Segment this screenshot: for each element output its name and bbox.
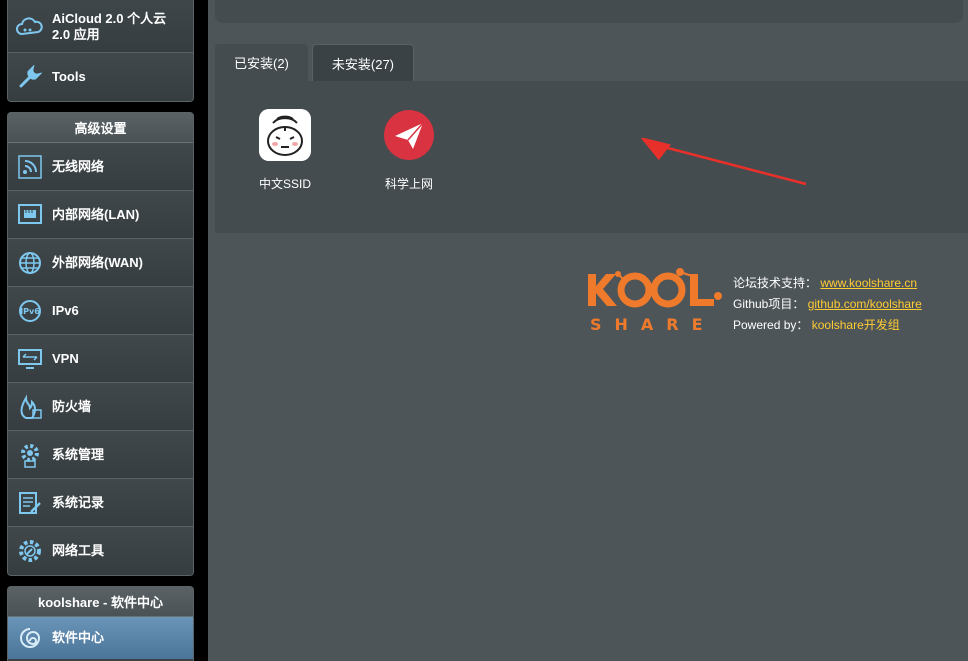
github-label: Github项目： (733, 297, 805, 311)
forum-link[interactable]: www.koolshare.cn (820, 276, 917, 290)
lan-icon (16, 201, 44, 229)
advanced-menu-group: 高级设置 无线网络 内部网络(LAN) 外部网络(WAN) IPv6 IPv6 (7, 112, 194, 576)
footer-info: 论坛技术支持： www.koolshare.cn Github项目： githu… (733, 273, 922, 336)
svg-text:IPv6: IPv6 (20, 307, 40, 316)
app-label: 中文SSID (258, 177, 311, 191)
tab-not-installed[interactable]: 未安装(27) (311, 44, 415, 81)
sidebar-item-label: AiCloud 2.0 个人云 2.0 应用 (52, 10, 167, 42)
powered-value: koolshare开发组 (811, 318, 900, 332)
main-content: 已安装(2) 未安装(27) 中文SSID 科学上网 SHARE 论坛技术支持：… (208, 0, 968, 661)
wrench-icon (16, 63, 44, 91)
logo-share-text: SHARE (590, 315, 716, 334)
cloud-icon (16, 13, 44, 41)
sidebar-item-label: 软件中心 (52, 630, 105, 645)
tab-bar: 已安装(2) 未安装(27) (215, 44, 415, 81)
top-panel (215, 0, 963, 23)
sidebar-item-tools[interactable]: Tools (8, 53, 193, 101)
github-link[interactable]: github.com/koolshare (808, 297, 922, 311)
koolshare-logo: SHARE (588, 268, 722, 334)
sidebar-item-ipv6[interactable]: IPv6 IPv6 (8, 287, 193, 335)
apps-panel: 中文SSID 科学上网 (215, 81, 968, 233)
swirl-icon (16, 624, 44, 652)
softcenter-header: koolshare - 软件中心 (8, 587, 193, 617)
sidebar-item-wireless[interactable]: 无线网络 (8, 143, 193, 191)
network-tools-icon (16, 537, 44, 565)
vpn-icon (16, 345, 44, 373)
sidebar-item-vpn[interactable]: VPN (8, 335, 193, 383)
sidebar: AiCloud 2.0 个人云 2.0 应用 Tools 高级设置 无线网络 内… (0, 0, 208, 661)
sidebar-item-label: VPN (52, 350, 79, 366)
app-science-internet[interactable]: 科学上网 (369, 109, 449, 192)
top-menu-group: AiCloud 2.0 个人云 2.0 应用 Tools (7, 0, 194, 102)
forum-label: 论坛技术支持： (733, 276, 818, 290)
sidebar-item-firewall[interactable]: 防火墙 (8, 383, 193, 431)
firewall-icon (16, 393, 44, 421)
sidebar-item-label: 网络工具 (52, 543, 105, 558)
advanced-settings-header: 高级设置 (8, 113, 193, 143)
sidebar-item-aicloud[interactable]: AiCloud 2.0 个人云 2.0 应用 (8, 0, 193, 53)
tab-installed[interactable]: 已安装(2) (215, 44, 308, 81)
sidebar-item-label: 外部网络(WAN) (52, 254, 143, 270)
robot-face-icon (259, 109, 311, 161)
sidebar-item-syslog[interactable]: 系统记录 (8, 479, 193, 527)
sidebar-item-network-tools[interactable]: 网络工具 (8, 527, 193, 575)
sidebar-item-admin[interactable]: 系统管理 (8, 431, 193, 479)
paper-plane-icon (383, 109, 435, 161)
sidebar-item-label: 内部网络(LAN) (52, 206, 140, 222)
ipv6-icon: IPv6 (16, 297, 44, 325)
sidebar-item-label: 无线网络 (52, 158, 105, 174)
app-chinese-ssid[interactable]: 中文SSID (245, 109, 325, 192)
log-icon (16, 489, 44, 517)
softcenter-menu-group: koolshare - 软件中心 软件中心 (7, 586, 194, 661)
globe-icon (16, 249, 44, 277)
sidebar-item-label: 系统记录 (52, 494, 105, 510)
sidebar-item-label: IPv6 (52, 302, 79, 318)
app-label: 科学上网 (384, 177, 433, 191)
sidebar-item-lan[interactable]: 内部网络(LAN) (8, 191, 193, 239)
sidebar-item-softcenter[interactable]: 软件中心 (8, 617, 193, 659)
sidebar-item-label: 防火墙 (52, 398, 92, 414)
powered-label: Powered by： (733, 318, 809, 332)
wireless-icon (16, 153, 44, 181)
sidebar-item-label: Tools (52, 69, 86, 84)
sidebar-item-label: 系统管理 (52, 446, 105, 462)
gear-icon (16, 441, 44, 469)
sidebar-item-wan[interactable]: 外部网络(WAN) (8, 239, 193, 287)
annotation-arrow (639, 138, 807, 186)
